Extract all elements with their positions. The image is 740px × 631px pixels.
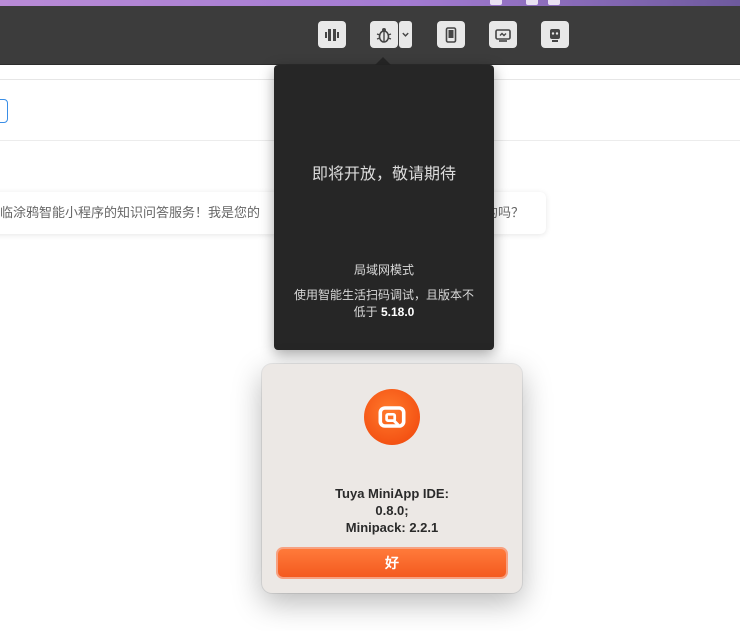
popover-title: 即将开放，敬请期待 [311,166,456,183]
remote-debug-button[interactable] [489,21,517,48]
device-button[interactable] [437,21,465,48]
ok-button[interactable]: 好 [276,547,508,579]
chevron-down-icon [402,32,409,37]
debug-button[interactable] [370,21,398,48]
popover-description: 使用智能生活扫码调试，且版本不低于 5.18.0 [292,287,476,321]
bug-icon [376,27,392,43]
popover-mode: 局域网模式 [353,263,414,277]
compile-button[interactable] [318,21,346,48]
chat-message-text: 临涂鸦智能小程序的知识问答服务！我是您的 [0,205,261,220]
debug-menu-caret[interactable] [399,21,412,48]
about-dialog: Tuya MiniApp IDE: 0.8.0; Minipack: 2.2.1… [262,364,522,593]
popover-arrow [375,57,391,65]
remote-icon [495,28,511,42]
tuya-logo-mark [378,406,406,428]
device-icon [445,26,457,43]
menu-bar-icon[interactable] [490,0,502,5]
input-field-edge[interactable] [0,99,8,123]
compile-icon [325,28,339,41]
minipack-version: Minipack: 2.2.1 [345,520,439,535]
robot-button[interactable] [541,21,569,48]
menu-bar-icon[interactable] [548,0,560,5]
debug-popover: 即将开放，敬请期待 局域网模式 使用智能生活扫码调试，且版本不低于 5.18.0 [274,65,494,350]
menu-bar-icon[interactable] [526,0,538,5]
tuya-logo-icon [364,389,420,445]
version-info: Tuya MiniApp IDE: 0.8.0; Minipack: 2.2.1 [262,485,522,536]
ide-version-value: 0.8.0; [375,503,409,518]
ide-version-label: Tuya MiniApp IDE: [335,486,449,501]
robot-icon [550,28,560,42]
popover-version: 5.18.0 [380,305,415,319]
ide-toolbar [0,6,740,65]
